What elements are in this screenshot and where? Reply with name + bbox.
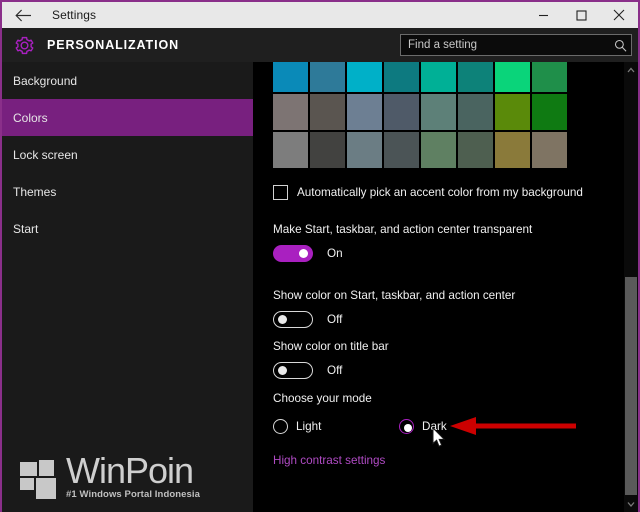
choose-mode-block: Choose your mode Light Dark xyxy=(273,392,447,441)
sidebar-item-label: Themes xyxy=(13,184,57,199)
toggle-knob xyxy=(299,249,308,258)
accent-swatch[interactable] xyxy=(458,132,493,168)
sidebar-item-start[interactable]: Start xyxy=(2,210,253,247)
title-bar: Settings xyxy=(2,2,638,28)
accent-swatch[interactable] xyxy=(310,132,345,168)
mode-option-light[interactable]: Light xyxy=(273,419,321,434)
close-icon xyxy=(613,9,625,21)
setting-transparency: Make Start, taskbar, and action center t… xyxy=(273,223,532,262)
setting-label: Show color on title bar xyxy=(273,340,389,353)
accent-swatch[interactable] xyxy=(421,132,456,168)
close-button[interactable] xyxy=(600,2,638,28)
sidebar-item-label: Lock screen xyxy=(13,147,78,162)
accent-color-grid[interactable] xyxy=(273,62,567,168)
chevron-down-icon[interactable] xyxy=(624,496,638,512)
chevron-up-icon[interactable] xyxy=(624,62,638,78)
accent-swatch[interactable] xyxy=(532,132,567,168)
accent-swatch[interactable] xyxy=(458,94,493,130)
red-arrow-left-icon xyxy=(450,416,576,436)
minimize-button[interactable] xyxy=(524,2,562,28)
maximize-icon xyxy=(575,9,587,21)
toggle-row: Off xyxy=(273,311,515,328)
toggle-knob xyxy=(278,366,287,375)
window-controls xyxy=(524,2,638,28)
dark-mode-radio[interactable] xyxy=(399,419,414,434)
accent-swatch[interactable] xyxy=(310,94,345,130)
accent-swatch[interactable] xyxy=(273,132,308,168)
accent-swatch[interactable] xyxy=(273,62,308,92)
toggle-state-label: Off xyxy=(327,364,343,377)
accent-swatch[interactable] xyxy=(421,62,456,92)
accent-swatch[interactable] xyxy=(532,94,567,130)
accent-swatch[interactable] xyxy=(421,94,456,130)
sidebar-item-background[interactable]: Background xyxy=(2,62,253,99)
search-input[interactable] xyxy=(401,39,609,51)
accent-swatch[interactable] xyxy=(532,62,567,92)
setting-label: Show color on Start, taskbar, and action… xyxy=(273,289,516,302)
search-box[interactable] xyxy=(400,34,632,56)
accent-swatch[interactable] xyxy=(495,132,530,168)
mouse-pointer-icon xyxy=(432,426,446,448)
high-contrast-settings-link[interactable]: High contrast settings xyxy=(273,454,385,467)
back-arrow-icon xyxy=(14,9,31,21)
toggle-state-label: Off xyxy=(327,313,343,326)
sidebar: Background Colors Lock screen Themes Sta… xyxy=(2,62,253,512)
accent-swatch[interactable] xyxy=(495,94,530,130)
sidebar-item-colors[interactable]: Colors xyxy=(2,99,253,136)
accent-swatch[interactable] xyxy=(384,132,419,168)
gear-icon xyxy=(11,32,37,58)
mode-options: Light Dark xyxy=(273,419,447,441)
accent-swatch[interactable] xyxy=(458,62,493,92)
show-color-title-bar-toggle[interactable] xyxy=(273,362,313,379)
toggle-state-label: On xyxy=(327,247,343,260)
choose-mode-title: Choose your mode xyxy=(273,392,372,405)
sidebar-item-themes[interactable]: Themes xyxy=(2,173,253,210)
sidebar-item-label: Background xyxy=(13,73,78,88)
toggle-row: Off xyxy=(273,362,389,379)
auto-pick-accent-checkbox[interactable] xyxy=(273,185,288,200)
radio-label: Light xyxy=(296,420,322,433)
page-title: PERSONALIZATION xyxy=(47,38,180,52)
toggle-row: On xyxy=(273,245,532,262)
minimize-icon xyxy=(538,14,548,16)
vertical-scrollbar[interactable] xyxy=(624,62,638,512)
auto-pick-accent-label: Automatically pick an accent color from … xyxy=(297,186,583,199)
setting-label: Make Start, taskbar, and action center t… xyxy=(273,223,533,236)
sidebar-item-label: Start xyxy=(13,221,39,236)
accent-swatch[interactable] xyxy=(495,62,530,92)
accent-swatch[interactable] xyxy=(347,62,382,92)
accent-swatch[interactable] xyxy=(310,62,345,92)
setting-show-color-title-bar: Show color on title bar Off xyxy=(273,340,389,379)
light-mode-radio[interactable] xyxy=(273,419,288,434)
accent-swatch[interactable] xyxy=(384,94,419,130)
accent-swatch[interactable] xyxy=(273,94,308,130)
show-color-start-toggle[interactable] xyxy=(273,311,313,328)
accent-swatch[interactable] xyxy=(347,94,382,130)
search-icon[interactable] xyxy=(609,39,631,52)
accent-swatch[interactable] xyxy=(347,132,382,168)
settings-window: Settings PERSONALIZATION Find a setting … xyxy=(0,0,640,512)
maximize-button[interactable] xyxy=(562,2,600,28)
sidebar-item-lock-screen[interactable]: Lock screen xyxy=(2,136,253,173)
setting-show-color-start: Show color on Start, taskbar, and action… xyxy=(273,289,515,328)
auto-pick-accent-row[interactable]: Automatically pick an accent color from … xyxy=(273,185,583,200)
back-button[interactable] xyxy=(2,2,44,28)
transparency-toggle[interactable] xyxy=(273,245,313,262)
accent-swatch[interactable] xyxy=(384,62,419,92)
toggle-knob xyxy=(278,315,287,324)
sidebar-item-label: Colors xyxy=(13,110,48,125)
window-title: Settings xyxy=(52,8,97,22)
scrollbar-thumb[interactable] xyxy=(625,277,637,495)
